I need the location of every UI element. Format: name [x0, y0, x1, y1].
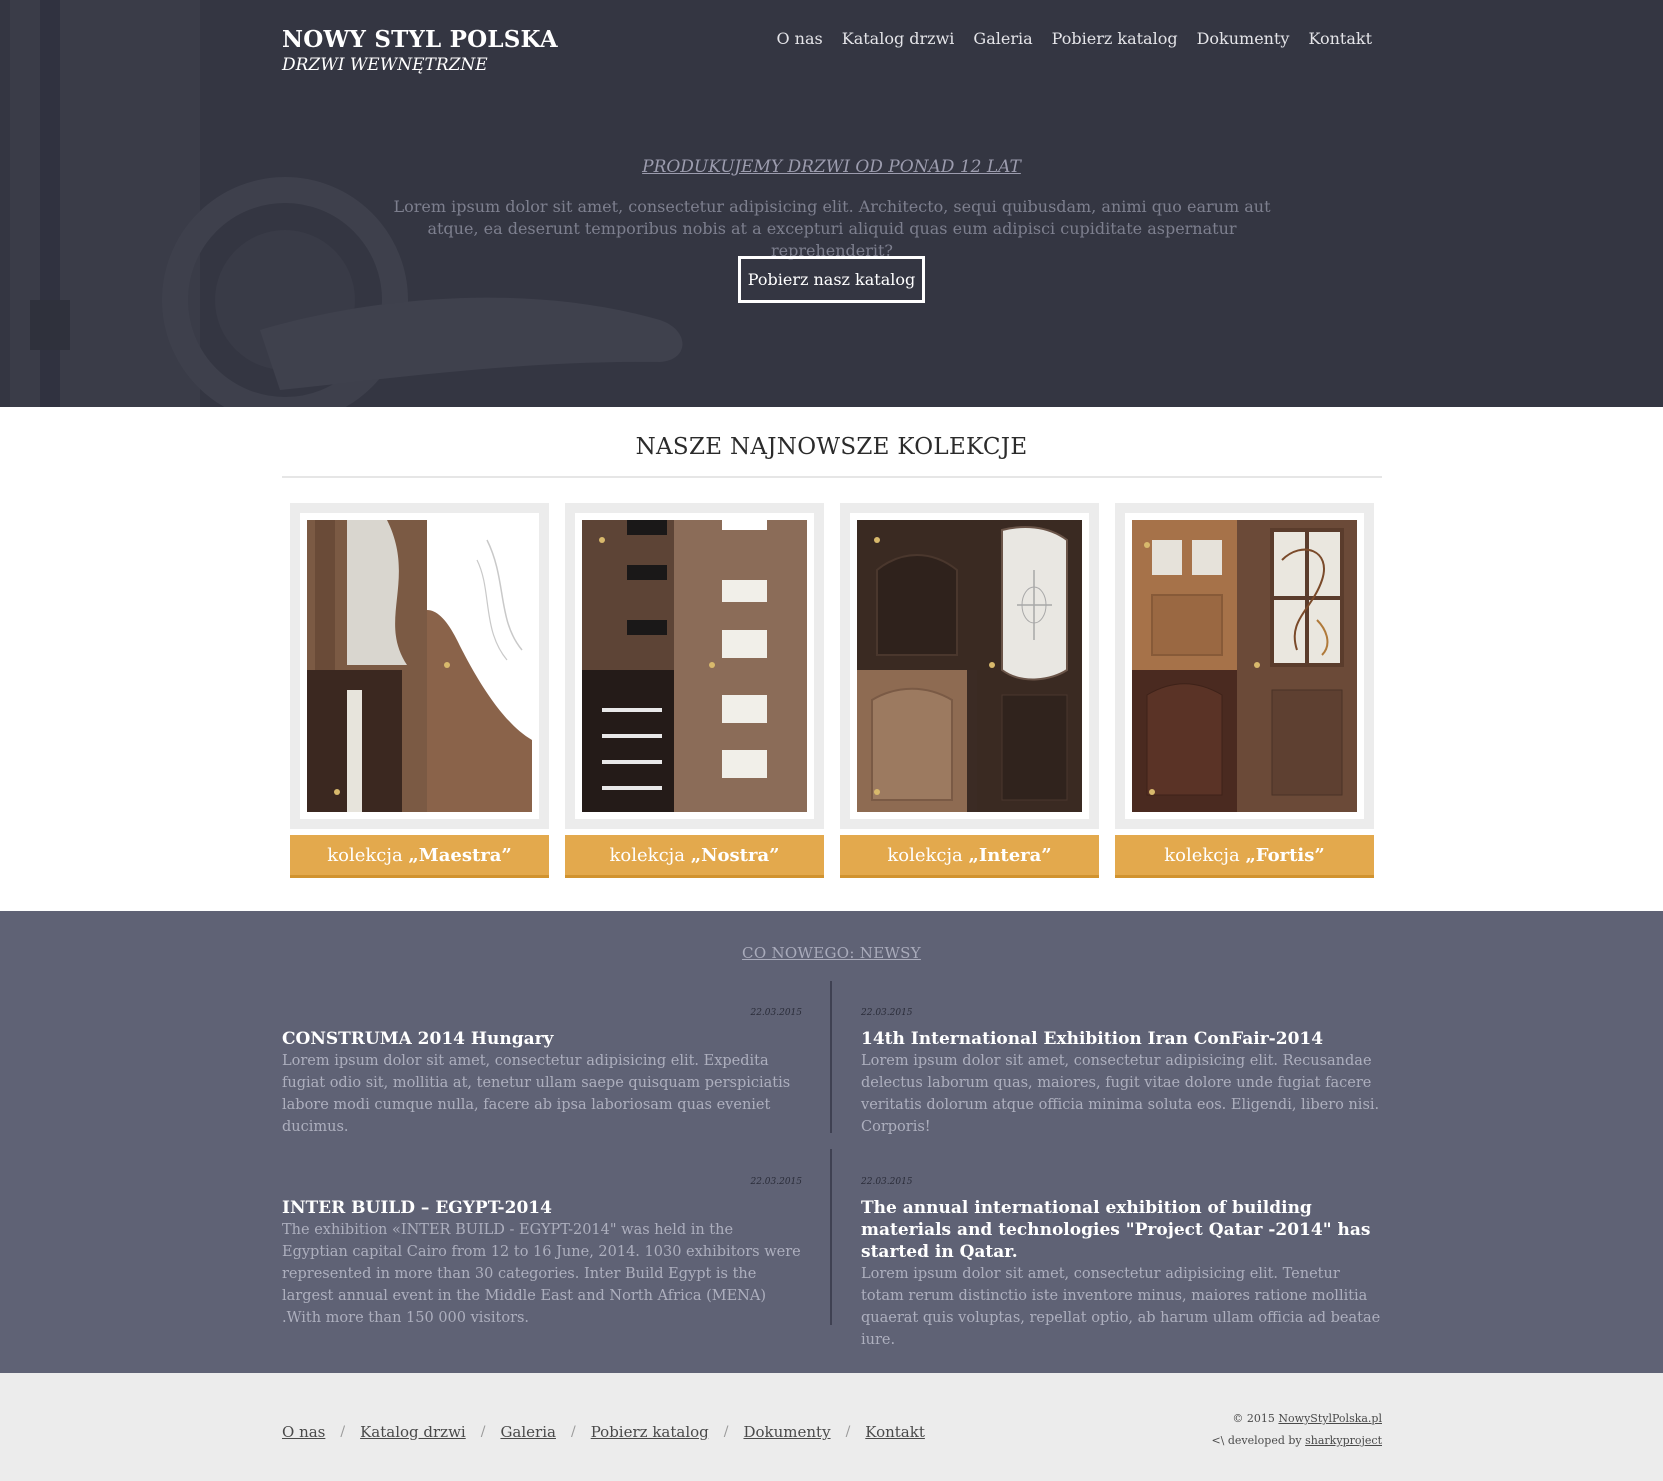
main-nav: O nas Katalog drzwi Galeria Pobierz kata… [776, 29, 1372, 48]
door-image-fortis[interactable] [1132, 520, 1357, 812]
collection-name: „Intera” [968, 844, 1052, 866]
news-body: Lorem ipsum dolor sit amet, consectetur … [282, 1053, 791, 1135]
footer: O nas / Katalog drzwi / Galeria / Pobier… [0, 1373, 1663, 1481]
footer-link-o-nas[interactable]: O nas [282, 1423, 325, 1441]
collection-label-fortis[interactable]: kolekcja „Fortis” [1115, 835, 1374, 878]
news-item: 22.03.2015 CONSTRUMA 2014 Hungary Lorem … [282, 1008, 802, 1138]
news-headline[interactable]: CONSTRUMA 2014 Hungary [282, 1028, 802, 1050]
collection-image-inner [850, 513, 1089, 819]
nav-item-katalog-drzwi[interactable]: Katalog drzwi [842, 29, 955, 48]
developer-prefix: <\ developed by [1211, 1434, 1302, 1447]
collection-image-frame [840, 503, 1099, 829]
copyright-prefix: © 2015 [1232, 1412, 1275, 1425]
footer-link-kontakt[interactable]: Kontakt [865, 1423, 925, 1441]
nav-item-pobierz-katalog[interactable]: Pobierz katalog [1052, 29, 1178, 48]
developer-credit: <\ developed by sharkyproject [1211, 1430, 1382, 1452]
copyright: © 2015 NowyStylPolska.pl [1211, 1408, 1382, 1430]
news-item: 22.03.2015 14th International Exhibition… [861, 1008, 1381, 1138]
news-body: Lorem ipsum dolor sit amet, consectetur … [861, 1053, 1380, 1135]
hero-text: Lorem ipsum dolor sit amet, consectetur … [393, 197, 1271, 260]
brand[interactable]: NOWY STYL POLSKA DRZWI WEWNĘTRZNE [282, 26, 558, 75]
collection-image-inner [575, 513, 814, 819]
nav-item-o-nas[interactable]: O nas [776, 29, 822, 48]
collections-title: NASZE NAJNOWSZE KOLEKCJE [635, 434, 1028, 460]
news-item: 22.03.2015 INTER BUILD – EGYPT-2014 The … [282, 1177, 802, 1329]
collection-card-nostra[interactable]: kolekcja „Nostra” [565, 503, 824, 878]
news-body: The exhibition «INTER BUILD - EGYPT-2014… [282, 1222, 801, 1326]
footer-separator: / [480, 1424, 486, 1440]
collection-prefix: kolekcja [1164, 844, 1240, 866]
collection-image-frame [565, 503, 824, 829]
collection-card-maestra[interactable]: kolekcja „Maestra” [290, 503, 549, 878]
brand-name: NOWY STYL POLSKA [282, 26, 558, 53]
collection-label-intera[interactable]: kolekcja „Intera” [840, 835, 1099, 878]
collection-prefix: kolekcja [887, 844, 963, 866]
footer-separator: / [570, 1424, 576, 1440]
news-divider-top [830, 981, 832, 1133]
hero-section: NOWY STYL POLSKA DRZWI WEWNĘTRZNE O nas … [0, 0, 1663, 407]
footer-link-pobierz-katalog[interactable]: Pobierz katalog [591, 1423, 709, 1441]
collection-image-frame [290, 503, 549, 829]
developer-link[interactable]: sharkyproject [1305, 1434, 1382, 1447]
nav-item-dokumenty[interactable]: Dokumenty [1197, 29, 1290, 48]
door-image-nostra[interactable] [582, 520, 807, 812]
news-body: Lorem ipsum dolor sit amet, consectetur … [861, 1266, 1381, 1348]
news-title[interactable]: CO NOWEGO: NEWSY [742, 944, 921, 962]
footer-link-katalog-drzwi[interactable]: Katalog drzwi [360, 1423, 466, 1441]
nav-item-galeria[interactable]: Galeria [973, 29, 1032, 48]
collection-image-inner [300, 513, 539, 819]
footer-nav: O nas / Katalog drzwi / Galeria / Pobier… [282, 1423, 925, 1441]
collection-label-nostra[interactable]: kolekcja „Nostra” [565, 835, 824, 878]
collection-name: „Fortis” [1245, 844, 1325, 866]
collection-prefix: kolekcja [327, 844, 403, 866]
download-catalog-button[interactable]: Pobierz nasz katalog [738, 256, 925, 303]
news-section: CO NOWEGO: NEWSY 22.03.2015 CONSTRUMA 20… [0, 911, 1663, 1373]
collection-label-maestra[interactable]: kolekcja „Maestra” [290, 835, 549, 878]
hero-tagline-wrap: PRODUKUJEMY DRZWI OD PONAD 12 LAT [0, 157, 1663, 177]
footer-link-dokumenty[interactable]: Dokumenty [743, 1423, 830, 1441]
collection-name: „Maestra” [408, 844, 512, 866]
hero-tagline: PRODUKUJEMY DRZWI OD PONAD 12 LAT [642, 157, 1021, 177]
door-image-intera[interactable] [857, 520, 1082, 812]
footer-credits: © 2015 NowyStylPolska.pl <\ developed by… [1211, 1408, 1382, 1452]
news-date: 22.03.2015 [861, 1177, 913, 1187]
door-image-maestra[interactable] [307, 520, 532, 812]
collection-name: „Nostra” [690, 844, 780, 866]
brand-subtitle: DRZWI WEWNĘTRZNE [282, 55, 488, 75]
collection-card-intera[interactable]: kolekcja „Intera” [840, 503, 1099, 878]
collection-image-inner [1125, 513, 1364, 819]
news-headline[interactable]: 14th International Exhibition Iran ConFa… [861, 1028, 1381, 1050]
collection-image-frame [1115, 503, 1374, 829]
footer-separator: / [340, 1424, 346, 1440]
news-item: 22.03.2015 The annual international exhi… [861, 1177, 1381, 1351]
collection-prefix: kolekcja [609, 844, 685, 866]
news-headline[interactable]: INTER BUILD – EGYPT-2014 [282, 1197, 802, 1219]
collections-divider [282, 476, 1382, 478]
footer-link-galeria[interactable]: Galeria [500, 1423, 556, 1441]
collection-card-fortis[interactable]: kolekcja „Fortis” [1115, 503, 1374, 878]
footer-separator: / [845, 1424, 851, 1440]
copyright-site-link[interactable]: NowyStylPolska.pl [1278, 1412, 1382, 1425]
nav-item-kontakt[interactable]: Kontakt [1308, 29, 1372, 48]
footer-separator: / [723, 1424, 729, 1440]
news-divider-bottom [830, 1149, 832, 1325]
news-date: 22.03.2015 [861, 1008, 913, 1018]
news-date: 22.03.2015 [750, 1008, 802, 1018]
news-title-wrap: CO NOWEGO: NEWSY [0, 943, 1663, 962]
news-date: 22.03.2015 [750, 1177, 802, 1187]
news-headline[interactable]: The annual international exhibition of b… [861, 1197, 1381, 1263]
